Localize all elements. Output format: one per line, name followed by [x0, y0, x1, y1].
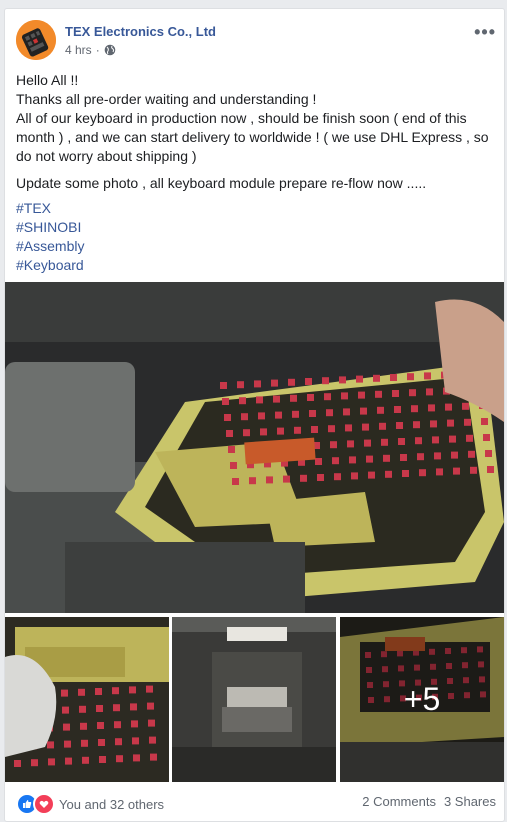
author-name[interactable]: TEX Electronics Co., Ltd	[65, 24, 216, 39]
more-options-icon[interactable]: •••	[474, 22, 496, 43]
hashtag-list: #TEX #SHINOBI #Assembly #Keyboard	[16, 199, 496, 275]
post-text: Hello All !! Thanks all pre-order waitin…	[16, 71, 496, 275]
post-meta: 4 hrs ·	[65, 43, 116, 57]
paragraph: Thanks all pre-order waiting and underst…	[16, 91, 317, 107]
reactions-summary[interactable]: You and 32 others	[16, 793, 164, 815]
post-header: TEX Electronics Co., Ltd 4 hrs · •••	[16, 20, 496, 62]
main-photo[interactable]	[5, 282, 504, 613]
photo-thumbnail-more[interactable]: +5	[340, 617, 504, 782]
more-photos-overlay[interactable]: +5	[340, 617, 504, 782]
avatar[interactable]	[16, 20, 56, 60]
paragraph: All of our keyboard in production now , …	[16, 110, 489, 164]
post-time[interactable]: 4 hrs	[65, 43, 92, 57]
hashtag-keyboard[interactable]: #Keyboard	[16, 256, 496, 275]
globe-icon	[104, 44, 115, 56]
photo-thumbnail[interactable]	[172, 617, 336, 782]
love-icon	[33, 793, 55, 815]
shares-count[interactable]: 3 Shares	[444, 794, 496, 809]
hashtag-assembly[interactable]: #Assembly	[16, 237, 496, 256]
hashtag-shinobi[interactable]: #SHINOBI	[16, 218, 496, 237]
post-card: TEX Electronics Co., Ltd 4 hrs · ••• Hel…	[4, 8, 505, 822]
photo-grid: +5	[5, 282, 504, 782]
post-footer: You and 32 others 2 Comments 3 Shares	[16, 791, 496, 815]
paragraph: Hello All !!	[16, 72, 79, 88]
update-paragraph: Update some photo , all keyboard module …	[16, 175, 427, 191]
engagement-counts: 2 Comments 3 Shares	[362, 794, 496, 809]
comments-count[interactable]: 2 Comments	[362, 794, 436, 809]
reactions-text: You and 32 others	[59, 796, 165, 812]
hashtag-tex[interactable]: #TEX	[16, 199, 496, 218]
photo-thumbnail[interactable]	[5, 617, 169, 782]
